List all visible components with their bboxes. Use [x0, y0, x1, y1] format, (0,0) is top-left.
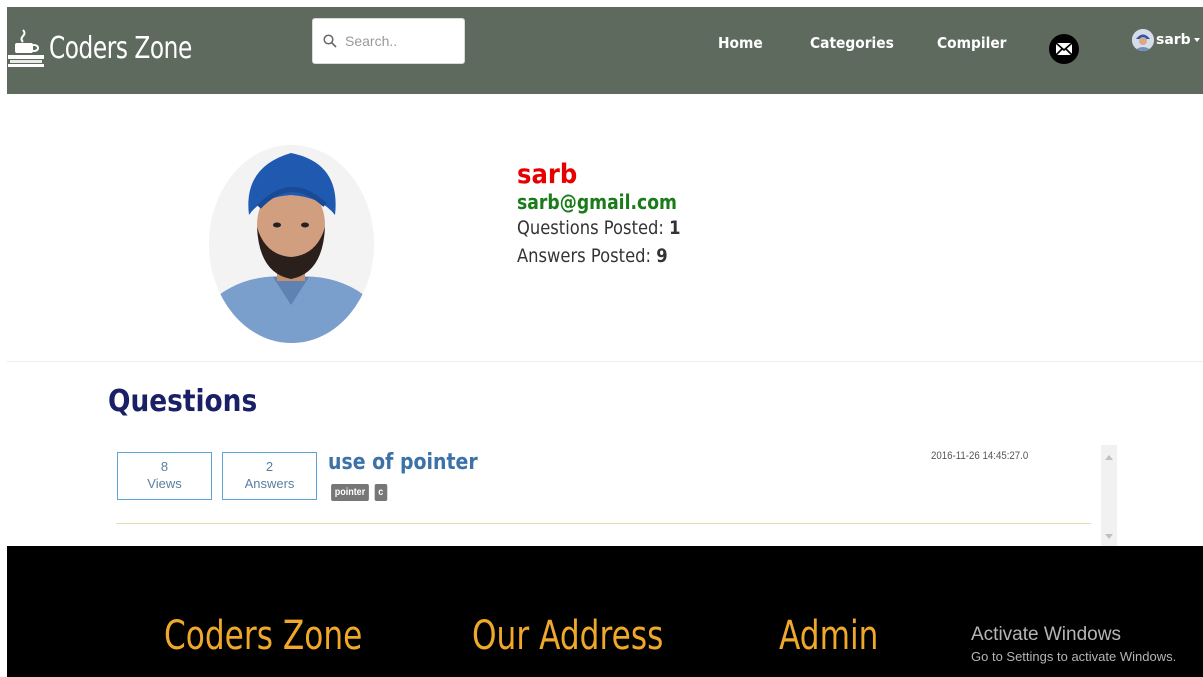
search-input[interactable]: [343, 32, 457, 50]
user-name: sarb: [1156, 32, 1191, 48]
activate-windows-watermark: Activate Windows Go to Settings to activ…: [971, 624, 1177, 664]
question-title-link[interactable]: use of pointer: [328, 450, 478, 475]
footer: Coders Zone Our Address Admin Activate W…: [7, 546, 1203, 677]
tag-pointer[interactable]: pointer: [331, 484, 369, 501]
questions-heading: Questions: [108, 384, 258, 419]
divider: [7, 361, 1203, 362]
navbar: Coders Zone Home Categories Compiler sar…: [7, 7, 1203, 94]
tag-c[interactable]: c: [374, 484, 387, 501]
question-tags: pointer c: [329, 484, 387, 501]
messages-button[interactable]: [1049, 34, 1079, 64]
profile-photo: [209, 145, 374, 343]
search-icon: [323, 34, 337, 48]
brand-name: Coders Zone: [49, 30, 192, 66]
chevron-down-icon: [1193, 38, 1200, 42]
profile-name: sarb: [517, 159, 578, 190]
views-count: 8 Views: [117, 452, 212, 500]
profile-info: sarb sarb@gmail.com Questions Posted: 1 …: [517, 160, 707, 270]
scroll-down-icon[interactable]: [1105, 534, 1113, 539]
questions-list[interactable]: 8 Views 2 Answers use of pointer pointer…: [116, 445, 1117, 546]
answers-count: 2 Answers: [222, 452, 317, 500]
footer-admin-heading: Admin: [779, 613, 879, 659]
coffee-books-logo-icon: [8, 29, 44, 67]
scrollbar[interactable]: [1101, 445, 1117, 546]
questions-posted: Questions Posted: 1: [517, 217, 681, 239]
brand[interactable]: Coders Zone: [7, 23, 215, 73]
scroll-up-icon[interactable]: [1105, 455, 1113, 460]
profile-email: sarb@gmail.com: [517, 190, 677, 214]
answers-posted: Answers Posted: 9: [517, 245, 668, 267]
footer-brand: Coders Zone: [164, 613, 363, 659]
question-timestamp: 2016-11-26 14:45:27.0: [931, 450, 1029, 462]
avatar: [1132, 29, 1154, 51]
nav-compiler[interactable]: Compiler: [937, 34, 1007, 52]
item-divider: [116, 523, 1091, 524]
footer-address-heading: Our Address: [472, 613, 664, 659]
nav-categories[interactable]: Categories: [810, 34, 894, 52]
nav-home[interactable]: Home: [718, 34, 763, 52]
search-box[interactable]: [312, 18, 465, 64]
user-menu[interactable]: sarb: [1132, 29, 1200, 51]
envelope-icon: [1055, 42, 1073, 56]
